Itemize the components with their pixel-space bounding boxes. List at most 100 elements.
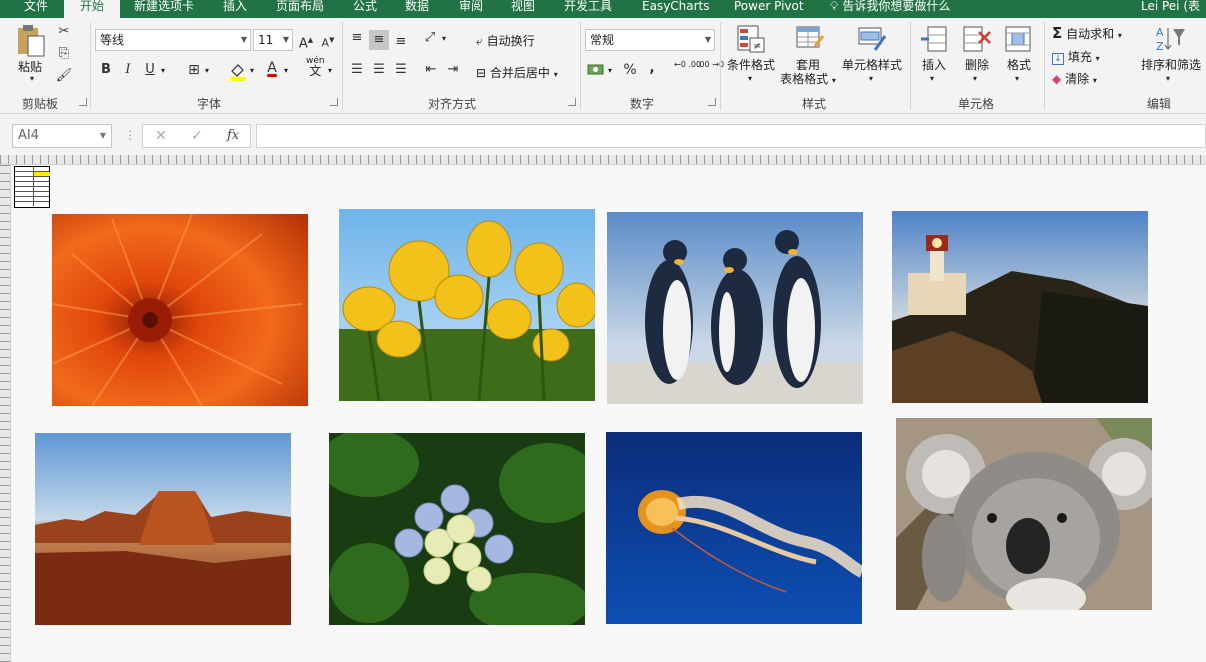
format-as-table-icon[interactable] bbox=[795, 24, 825, 54]
font-color-icon[interactable]: A bbox=[262, 58, 282, 78]
picture-lighthouse[interactable] bbox=[892, 211, 1148, 403]
tab-formulas[interactable]: 公式 bbox=[353, 0, 377, 18]
comma-button[interactable]: , bbox=[642, 58, 662, 78]
chevron-down-icon[interactable]: ▾ bbox=[930, 74, 934, 83]
paste-icon[interactable] bbox=[14, 24, 48, 58]
tab-developer[interactable]: 开发工具 bbox=[564, 0, 612, 18]
wrap-text-button[interactable]: ⤶︎ 自动换行 bbox=[476, 32, 535, 49]
picture-hydrangeas[interactable] bbox=[329, 433, 585, 625]
user-name[interactable]: Lei Pei (表 bbox=[1141, 0, 1200, 18]
picture-jellyfish[interactable] bbox=[606, 432, 862, 624]
italic-button[interactable]: I bbox=[118, 60, 138, 80]
format-cells-icon[interactable] bbox=[1004, 24, 1034, 54]
autosum-button[interactable]: Σ 自动求和 ▾ bbox=[1052, 24, 1122, 42]
sort-filter-button[interactable]: 排序和筛选 bbox=[1138, 58, 1204, 72]
picture-koala[interactable] bbox=[896, 418, 1152, 610]
cell-styles-button[interactable]: 单元格样式 bbox=[840, 58, 904, 72]
percent-button[interactable]: % bbox=[620, 60, 640, 80]
paste-button[interactable]: 粘贴 bbox=[18, 58, 42, 75]
insert-button[interactable]: 插入 bbox=[914, 58, 954, 72]
paste-dropdown-icon[interactable]: ▾ bbox=[30, 74, 34, 83]
font-name-select[interactable]: 等线 ▼ bbox=[95, 29, 251, 51]
font-color-dropdown-icon[interactable]: ▾ bbox=[284, 66, 288, 75]
picture-chrysanthemum[interactable] bbox=[52, 214, 308, 406]
number-format-select[interactable]: 常规 ▼ bbox=[585, 29, 715, 51]
tab-data[interactable]: 数据 bbox=[405, 0, 429, 18]
merge-center-button[interactable]: ⊟ 合并后居中 ▾ bbox=[476, 64, 558, 81]
currency-icon[interactable] bbox=[586, 60, 606, 80]
delete-cells-icon[interactable] bbox=[962, 24, 992, 54]
fill-button[interactable]: ↓ 填充 ▾ bbox=[1052, 48, 1100, 65]
phonetic-icon[interactable]: wén 文 bbox=[306, 56, 325, 77]
cut-icon[interactable]: ✂ bbox=[54, 22, 74, 42]
chevron-down-icon[interactable]: ▾ bbox=[1015, 74, 1019, 83]
number-launcher-icon[interactable] bbox=[708, 98, 716, 106]
align-left-icon[interactable]: ☰ bbox=[347, 60, 367, 80]
cancel-icon[interactable]: ✕ bbox=[155, 128, 167, 144]
insert-function-icon[interactable]: fx bbox=[227, 128, 239, 143]
formula-input[interactable] bbox=[256, 124, 1206, 148]
clear-button[interactable]: ◆ 清除 ▾ bbox=[1052, 70, 1097, 87]
delete-button[interactable]: 删除 bbox=[957, 58, 997, 72]
tab-file[interactable]: 文件 bbox=[24, 0, 48, 18]
border-icon[interactable]: ⊞ bbox=[184, 60, 204, 80]
align-bottom-icon[interactable]: ≡ bbox=[391, 32, 411, 52]
picture-tulips[interactable] bbox=[339, 209, 595, 401]
cell-styles-icon[interactable] bbox=[857, 24, 887, 54]
picture-desert[interactable] bbox=[35, 433, 291, 625]
align-top-icon[interactable]: ≡ bbox=[347, 28, 367, 48]
underline-dropdown-icon[interactable]: ▾ bbox=[161, 66, 165, 75]
tab-home[interactable]: 开始 bbox=[64, 0, 120, 18]
tab-new[interactable]: 新建选项卡 bbox=[134, 0, 194, 18]
bold-button[interactable]: B bbox=[96, 60, 116, 80]
copy-icon[interactable]: ⎘ bbox=[54, 44, 74, 64]
decrease-decimal-button[interactable]: .00 →0 bbox=[697, 60, 724, 70]
chevron-down-icon[interactable]: ▾ bbox=[748, 74, 752, 83]
grow-font-icon[interactable]: A▲ bbox=[296, 30, 316, 51]
tab-power-pivot[interactable]: Power Pivot bbox=[734, 0, 804, 18]
increase-decimal-button[interactable]: ←0 .00 bbox=[674, 60, 701, 70]
alignment-launcher-icon[interactable] bbox=[568, 98, 576, 106]
font-name-value: 等线 bbox=[100, 33, 125, 47]
format-button[interactable]: 格式 bbox=[999, 58, 1039, 72]
align-center-icon[interactable]: ☰ bbox=[369, 60, 389, 80]
align-middle-icon[interactable]: ≡ bbox=[369, 30, 389, 50]
tab-page-layout[interactable]: 页面布局 bbox=[276, 0, 324, 18]
format-as-table-button[interactable]: 套用 表格格式 ▾ bbox=[778, 58, 838, 88]
group-label-styles: 样式 bbox=[802, 97, 827, 111]
tab-review[interactable]: 审阅 bbox=[459, 0, 483, 18]
increase-indent-icon[interactable]: ⇥ bbox=[443, 60, 463, 80]
group-label-clipboard: 剪贴板 bbox=[22, 97, 59, 111]
fill-color-icon[interactable] bbox=[228, 61, 248, 81]
tab-insert[interactable]: 插入 bbox=[223, 0, 247, 18]
conditional-format-icon[interactable]: ≠ bbox=[736, 24, 766, 54]
small-table-thumbnail[interactable] bbox=[14, 166, 50, 208]
currency-dropdown-icon[interactable]: ▾ bbox=[608, 66, 612, 75]
tab-easycharts[interactable]: EasyCharts bbox=[642, 0, 710, 18]
align-right-icon[interactable]: ☰ bbox=[391, 60, 411, 80]
shrink-font-icon[interactable]: A▼ bbox=[318, 30, 338, 50]
enter-icon[interactable]: ✓ bbox=[191, 128, 203, 144]
font-size-select[interactable]: 11 ▼ bbox=[253, 29, 293, 51]
chevron-down-icon[interactable]: ▾ bbox=[869, 74, 873, 83]
conditional-format-button[interactable]: 条件格式 bbox=[726, 58, 776, 72]
decrease-indent-icon[interactable]: ⇤ bbox=[421, 60, 441, 80]
font-launcher-icon[interactable] bbox=[330, 98, 338, 106]
format-painter-icon[interactable]: 🖌︎ bbox=[54, 66, 74, 86]
sort-filter-icon[interactable]: AZ bbox=[1155, 24, 1187, 54]
orientation-icon[interactable]: ⤢ bbox=[420, 28, 440, 48]
phonetic-dropdown-icon[interactable]: ▾ bbox=[328, 66, 332, 75]
tab-view[interactable]: 视图 bbox=[511, 0, 535, 18]
chevron-down-icon[interactable]: ▾ bbox=[1166, 74, 1170, 83]
clipboard-launcher-icon[interactable] bbox=[79, 98, 87, 106]
insert-cells-icon[interactable] bbox=[920, 24, 950, 54]
separator bbox=[1044, 22, 1045, 110]
chevron-down-icon[interactable]: ▾ bbox=[973, 74, 977, 83]
border-dropdown-icon[interactable]: ▾ bbox=[205, 66, 209, 75]
tell-me-box[interactable]: 💡︎ 告诉我你想要做什么 bbox=[830, 0, 950, 18]
picture-penguins[interactable] bbox=[607, 212, 863, 404]
name-box[interactable]: AI4 ▼ bbox=[12, 124, 112, 148]
underline-button[interactable]: U bbox=[140, 60, 160, 80]
fill-dropdown-icon[interactable]: ▾ bbox=[250, 66, 254, 75]
orientation-dropdown-icon[interactable]: ▾ bbox=[442, 34, 446, 43]
